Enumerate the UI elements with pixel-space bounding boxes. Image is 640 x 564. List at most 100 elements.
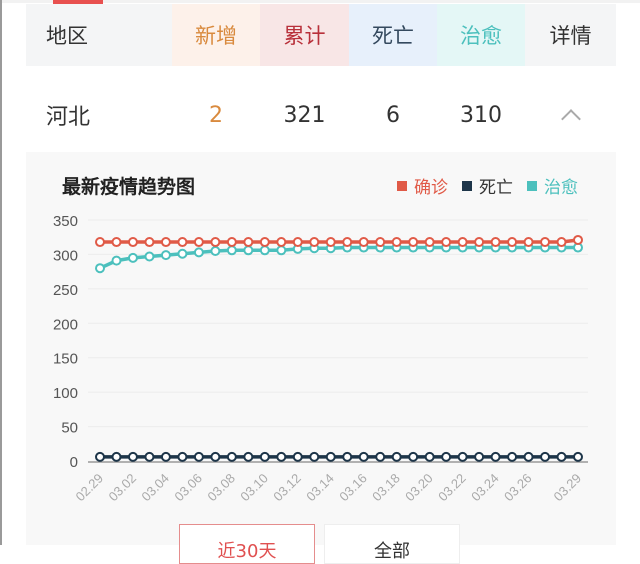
- last-30-days-button[interactable]: 近30天: [179, 524, 315, 564]
- data-point: [259, 451, 270, 462]
- x-tick-label: 03.18: [369, 471, 403, 505]
- data-point: [111, 451, 122, 462]
- legend-item[interactable]: 死亡: [462, 173, 513, 198]
- x-tick-label: 02.29: [73, 471, 107, 505]
- data-point: [441, 451, 452, 462]
- data-point: [441, 237, 452, 248]
- header-cured: 治愈: [437, 4, 525, 66]
- data-point: [95, 237, 105, 248]
- data-point: [259, 245, 270, 256]
- window-edge: [0, 0, 2, 545]
- legend-label: 治愈: [544, 178, 578, 198]
- data-point: [276, 451, 287, 462]
- data-point: [226, 245, 237, 256]
- legend-item[interactable]: 治愈: [527, 173, 578, 198]
- y-tick-label: 350: [53, 213, 78, 230]
- data-point: [193, 237, 204, 248]
- y-tick-label: 50: [61, 420, 78, 437]
- data-point: [144, 251, 155, 262]
- data-point: [391, 237, 402, 248]
- trend-chart: 05010015020025030035002.29 03.02 03.04 03.0…: [53, 213, 588, 505]
- legend-swatch-icon: [527, 180, 537, 191]
- data-point: [523, 451, 534, 462]
- data-point: [474, 237, 485, 248]
- data-point: [276, 237, 287, 248]
- series-line-2: [99, 245, 578, 270]
- data-point: [177, 248, 188, 259]
- data-point: [342, 237, 353, 248]
- data-point: [540, 237, 551, 248]
- data-point: [95, 451, 105, 462]
- data-point: [276, 245, 287, 256]
- data-point: [573, 451, 583, 462]
- data-point: [144, 451, 155, 462]
- chevron-up-icon[interactable]: [560, 109, 581, 129]
- table-header: 地区 新增 累计 死亡 治愈 详情: [26, 4, 616, 66]
- data-point: [243, 245, 254, 256]
- x-tick-label: 03.04: [138, 471, 172, 505]
- data-point: [292, 451, 303, 462]
- x-tick-label: 03.24: [468, 471, 502, 505]
- y-tick-label: 150: [53, 351, 78, 368]
- data-point: [424, 237, 435, 248]
- data-point: [540, 451, 551, 462]
- data-point: [375, 237, 386, 248]
- data-point: [556, 237, 567, 248]
- x-tick-label: 03.26: [501, 471, 535, 505]
- data-point: [358, 451, 369, 462]
- table-row[interactable]: 河北 2 321 6 310: [26, 84, 616, 146]
- data-point: [160, 451, 171, 462]
- data-point: [490, 451, 501, 462]
- data-point: [193, 247, 204, 258]
- x-tick-label: 03.02: [105, 471, 139, 505]
- data-point: [144, 237, 155, 248]
- data-point: [111, 237, 122, 248]
- data-point: [210, 451, 221, 462]
- cell-new: 2: [209, 102, 223, 128]
- data-point: [95, 263, 105, 274]
- data-point: [325, 237, 336, 248]
- data-point: [292, 237, 303, 248]
- cell-cured: 310: [460, 102, 502, 128]
- detail-toggle[interactable]: [525, 84, 616, 146]
- y-tick-label: 300: [53, 247, 78, 264]
- data-point: [325, 451, 336, 462]
- header-region: 地区: [46, 24, 88, 48]
- cell-total: 321: [283, 102, 326, 128]
- data-point: [523, 237, 534, 248]
- cell-death: 6: [386, 102, 400, 128]
- x-tick-label: 03.16: [336, 471, 370, 505]
- x-tick-label: 03.08: [204, 471, 238, 505]
- data-point: [309, 451, 320, 462]
- legend-label: 死亡: [479, 178, 513, 198]
- data-point: [573, 234, 583, 245]
- data-point: [507, 451, 518, 462]
- chart-panel: 0 50 100 150 200 250 300 350 02.29 03.02 03.04 03.0…: [26, 152, 616, 564]
- legend-swatch-icon: [397, 180, 407, 191]
- data-point: [226, 451, 237, 462]
- data-point: [226, 237, 237, 248]
- data-point: [243, 451, 254, 462]
- data-point: [507, 237, 518, 248]
- header-death: 死亡: [349, 4, 437, 66]
- data-point: [391, 451, 402, 462]
- data-point: [342, 451, 353, 462]
- all-button[interactable]: 全部: [324, 524, 460, 564]
- header-total: 累计: [260, 4, 349, 66]
- legend-label: 确诊: [414, 178, 448, 198]
- y-tick-label: 0: [70, 454, 78, 471]
- data-point: [160, 237, 171, 248]
- y-tick-label: 250: [53, 282, 78, 299]
- data-point: [309, 237, 320, 248]
- x-tick-label: 03.14: [303, 471, 337, 505]
- data-point: [556, 451, 567, 462]
- x-tick-label: 03.22: [435, 471, 469, 505]
- series-line-0: [100, 238, 579, 244]
- data-point: [210, 245, 221, 256]
- header-new: 新增: [172, 4, 260, 66]
- data-point: [160, 250, 171, 261]
- legend-item[interactable]: 确诊: [397, 173, 448, 198]
- data-point: [243, 237, 254, 248]
- data-point: [408, 451, 419, 462]
- chart-legend: 确诊 死亡 治愈: [383, 173, 578, 198]
